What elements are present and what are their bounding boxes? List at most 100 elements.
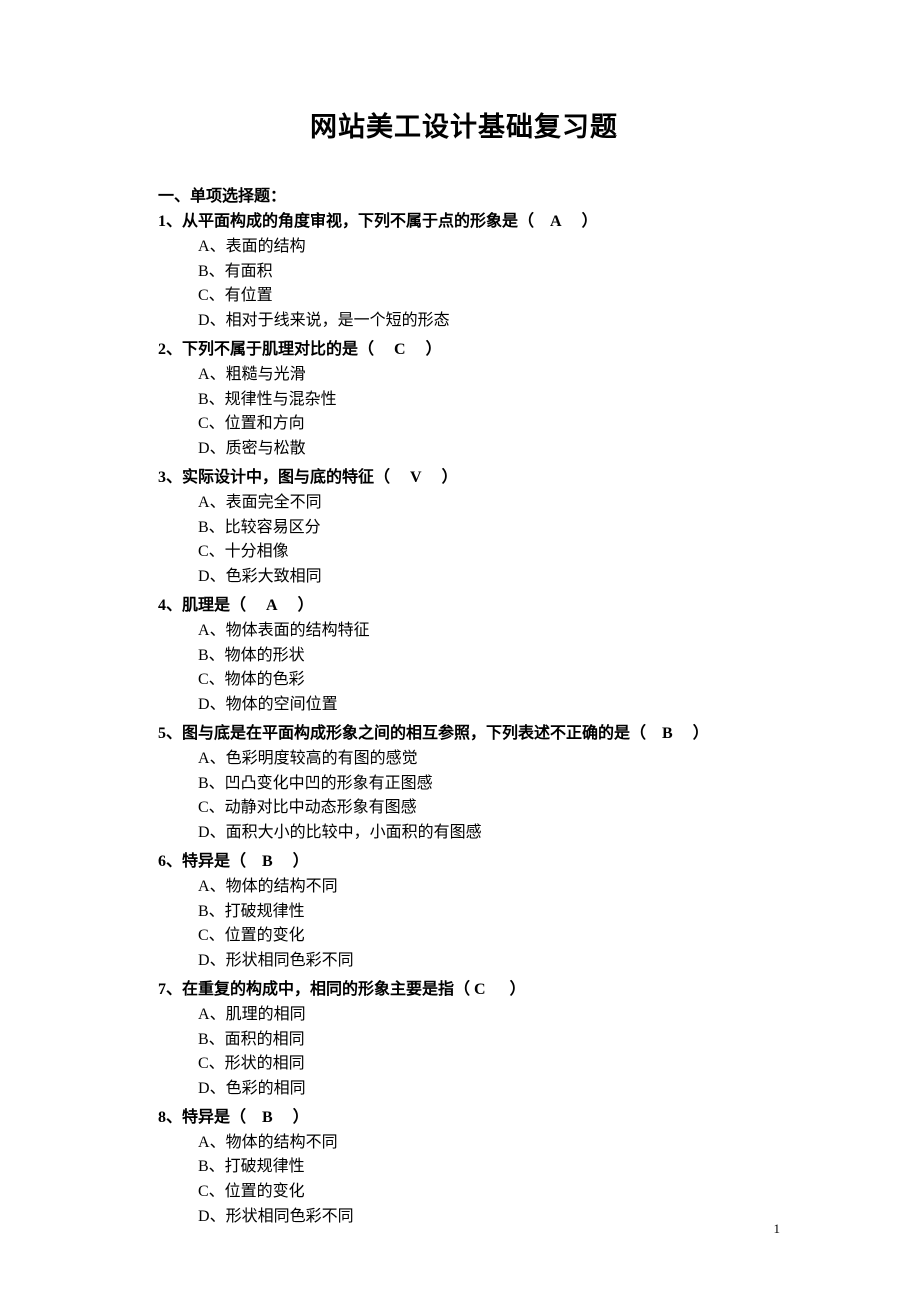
option-item: D、形状相同色彩不同 [198, 1205, 770, 1230]
option-letter: A [198, 1006, 210, 1023]
question-bracket-close: ） [486, 981, 526, 998]
questions-container: 1、从平面构成的角度审视，下列不属于点的形象是（ A ）A、表面的结构B、有面积… [158, 210, 770, 1230]
options-list: A、物体的结构不同B、打破规律性C、位置的变化D、形状相同色彩不同 [158, 875, 770, 974]
option-letter: C [198, 1055, 209, 1072]
question-block: 3、实际设计中，图与底的特征（ V ）A、表面完全不同B、比较容易区分C、十分相… [158, 466, 770, 590]
question-stem: 7、在重复的构成中，相同的形象主要是指（ C ） [158, 978, 770, 1003]
option-item: A、物体的结构不同 [198, 875, 770, 900]
question-text: 、肌理是（ [166, 597, 266, 614]
option-letter: B [198, 1031, 209, 1048]
option-text: 、色彩的相同 [210, 1080, 306, 1097]
question-text: 、实际设计中，图与底的特征（ [166, 469, 410, 486]
option-text: 、比较容易区分 [209, 519, 321, 536]
option-letter: D [198, 312, 210, 329]
question-stem: 1、从平面构成的角度审视，下列不属于点的形象是（ A ） [158, 210, 770, 235]
option-item: A、物体表面的结构特征 [198, 619, 770, 644]
question-stem: 3、实际设计中，图与底的特征（ V ） [158, 466, 770, 491]
option-letter: D [198, 952, 210, 969]
option-text: 、有位置 [209, 287, 273, 304]
question-text: 、从平面构成的角度审视，下列不属于点的形象是（ [166, 213, 550, 230]
option-letter: A [198, 622, 210, 639]
option-letter: A [198, 878, 210, 895]
option-text: 、表面的结构 [210, 238, 306, 255]
option-text: 、打破规律性 [209, 903, 305, 920]
option-item: C、位置和方向 [198, 412, 770, 437]
question-bracket-close: ） [278, 597, 314, 614]
option-letter: D [198, 440, 210, 457]
option-text: 、肌理的相同 [210, 1006, 306, 1023]
question-bracket-close: ） [273, 1109, 309, 1126]
option-letter: B [198, 391, 209, 408]
option-letter: C [198, 287, 209, 304]
option-text: 、规律性与混杂性 [209, 391, 337, 408]
options-list: A、色彩明度较高的有图的感觉B、凹凸变化中凹的形象有正图感C、动静对比中动态形象… [158, 747, 770, 846]
option-letter: C [198, 927, 209, 944]
option-text: 、物体的结构不同 [210, 1134, 338, 1151]
question-block: 6、特异是（ B ）A、物体的结构不同B、打破规律性C、位置的变化D、形状相同色… [158, 850, 770, 974]
options-list: A、表面完全不同B、比较容易区分C、十分相像D、色彩大致相同 [158, 491, 770, 590]
question-block: 1、从平面构成的角度审视，下列不属于点的形象是（ A ）A、表面的结构B、有面积… [158, 210, 770, 334]
question-block: 7、在重复的构成中，相同的形象主要是指（ C ）A、肌理的相同B、面积的相同C、… [158, 978, 770, 1102]
question-text: 、特异是（ [166, 853, 262, 870]
document-page: 网站美工设计基础复习题 一、单项选择题： 1、从平面构成的角度审视，下列不属于点… [0, 0, 920, 1230]
option-item: D、色彩的相同 [198, 1077, 770, 1102]
question-number: 4 [158, 597, 166, 614]
options-list: A、粗糙与光滑B、规律性与混杂性C、位置和方向D、质密与松散 [158, 363, 770, 462]
question-text: 、图与底是在平面构成形象之间的相互参照，下列表述不正确的是（ [166, 725, 662, 742]
question-stem: 8、特异是（ B ） [158, 1106, 770, 1131]
option-text: 、打破规律性 [209, 1158, 305, 1175]
option-item: A、色彩明度较高的有图的感觉 [198, 747, 770, 772]
question-answer: A [550, 213, 562, 230]
option-letter: D [198, 696, 210, 713]
option-item: D、相对于线来说，是一个短的形态 [198, 309, 770, 334]
option-item: C、位置的变化 [198, 1180, 770, 1205]
option-item: B、规律性与混杂性 [198, 388, 770, 413]
document-title: 网站美工设计基础复习题 [158, 105, 770, 144]
question-bracket-close: ） [673, 725, 709, 742]
option-item: B、打破规律性 [198, 900, 770, 925]
option-letter: C [198, 671, 209, 688]
option-text: 、有面积 [209, 263, 273, 280]
question-block: 2、下列不属于肌理对比的是（ C ）A、粗糙与光滑B、规律性与混杂性C、位置和方… [158, 338, 770, 462]
option-item: C、形状的相同 [198, 1052, 770, 1077]
option-item: A、粗糙与光滑 [198, 363, 770, 388]
question-bracket-close: ） [562, 213, 598, 230]
option-letter: C [198, 415, 209, 432]
option-item: A、肌理的相同 [198, 1003, 770, 1028]
question-answer: B [662, 725, 673, 742]
option-text: 、物体的色彩 [209, 671, 305, 688]
option-item: B、物体的形状 [198, 644, 770, 669]
option-item: B、凹凸变化中凹的形象有正图感 [198, 772, 770, 797]
option-letter: B [198, 1158, 209, 1175]
section-header: 一、单项选择题： [158, 182, 770, 206]
option-text: 、形状的相同 [209, 1055, 305, 1072]
question-number: 5 [158, 725, 166, 742]
option-item: C、有位置 [198, 284, 770, 309]
option-text: 、物体的形状 [209, 647, 305, 664]
option-text: 、质密与松散 [210, 440, 306, 457]
option-letter: B [198, 775, 209, 792]
question-bracket-close: ） [422, 469, 458, 486]
option-letter: A [198, 750, 210, 767]
option-item: A、表面的结构 [198, 235, 770, 260]
option-item: A、表面完全不同 [198, 491, 770, 516]
option-item: B、面积的相同 [198, 1028, 770, 1053]
option-letter: C [198, 1183, 209, 1200]
question-answer: B [262, 1109, 273, 1126]
question-stem: 4、肌理是（ A ） [158, 594, 770, 619]
question-bracket-close: ） [273, 853, 309, 870]
option-text: 、表面完全不同 [210, 494, 322, 511]
option-text: 、物体的空间位置 [210, 696, 338, 713]
option-text: 、形状相同色彩不同 [210, 952, 354, 969]
question-answer: B [262, 853, 273, 870]
option-text: 、面积的相同 [209, 1031, 305, 1048]
option-text: 、粗糙与光滑 [210, 366, 306, 383]
option-letter: C [198, 543, 209, 560]
option-text: 、物体的结构不同 [210, 878, 338, 895]
option-letter: D [198, 1080, 210, 1097]
option-item: D、形状相同色彩不同 [198, 949, 770, 974]
option-letter: B [198, 519, 209, 536]
question-number: 3 [158, 469, 166, 486]
question-stem: 2、下列不属于肌理对比的是（ C ） [158, 338, 770, 363]
option-text: 、相对于线来说，是一个短的形态 [210, 312, 450, 329]
